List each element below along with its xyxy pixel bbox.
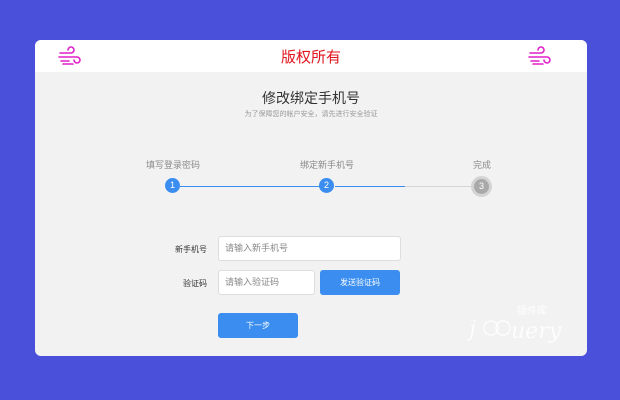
jquery-watermark-logo: j uery 插件库 [467,304,562,344]
svg-text:j: j [467,317,476,342]
send-code-button[interactable]: 发送验证码 [320,270,400,295]
step-label-1: 填写登录密码 [145,161,201,171]
wind-lines-icon [528,46,551,65]
page-title: 修改绑定手机号 [262,91,360,107]
step-connector-2b [405,186,475,187]
svg-text:uery: uery [511,319,562,344]
svg-text:插件库: 插件库 [517,304,547,317]
page-subtitle: 为了保障您的帐户安全，请先进行安全验证 [244,110,378,118]
step-label-3: 完成 [472,161,492,171]
copyright-title: 版权所有 [280,48,341,66]
code-label: 验证码 [183,279,207,288]
step-circle-3: 3 [474,179,489,194]
next-step-button[interactable]: 下一步 [218,313,298,338]
phone-label: 新手机号 [175,245,207,254]
step-connector-2a [335,186,405,187]
main-card: 版权所有 修改绑定手机号 为了保障您的帐户安全，请先进行安全验证 填写登录密码 … [35,40,587,356]
step-label-2: 绑定新手机号 [299,161,355,171]
step-circle-2: 2 [319,178,334,193]
new-phone-input[interactable] [218,236,401,261]
step-connector-1 [180,186,320,187]
step-circle-1: 1 [165,178,180,193]
verification-code-input[interactable] [218,270,315,295]
